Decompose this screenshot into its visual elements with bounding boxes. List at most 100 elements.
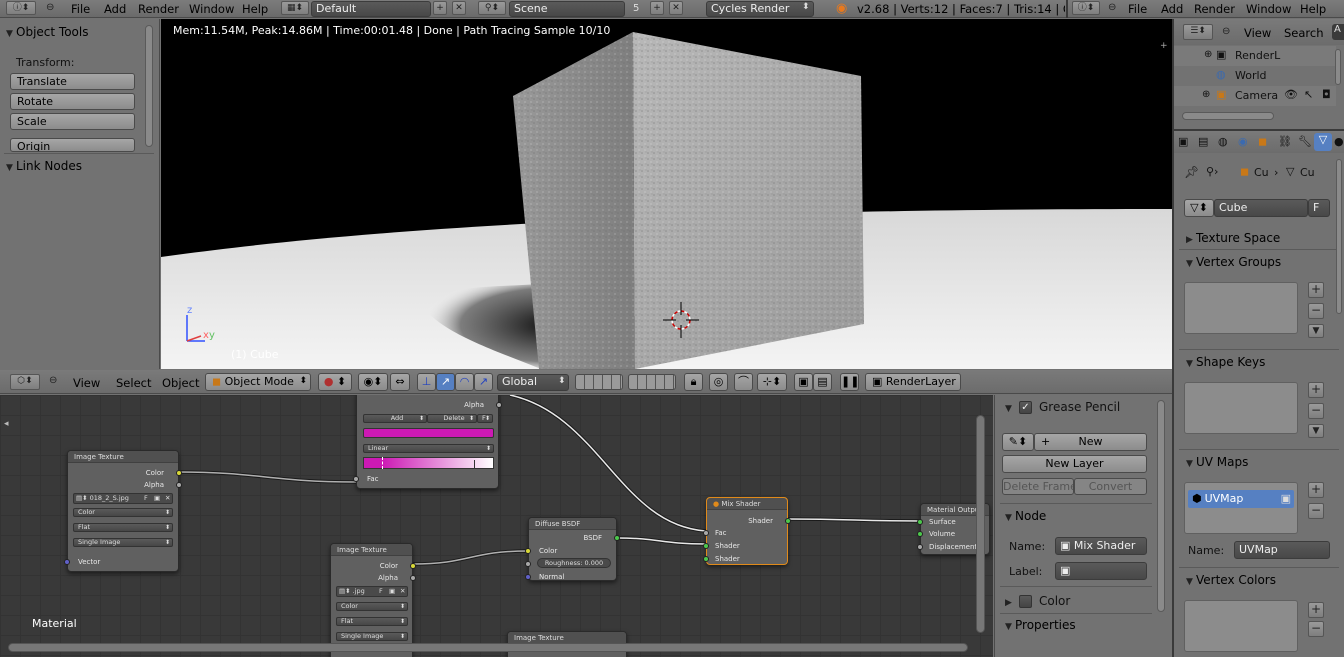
ramp-stop-marker[interactable] xyxy=(382,457,383,469)
uv-map-name-field[interactable]: UVMap xyxy=(1234,541,1330,559)
mix-shader-node[interactable]: ● Mix Shader Shader Fac Shader Shader xyxy=(703,497,791,565)
roughness-slider[interactable]: Roughness: 0.000 xyxy=(537,558,611,568)
outliner[interactable]: ☰⬍ ⊖ View Search A ⊕ ▣ RenderL ◍ World ⊕… xyxy=(1174,19,1344,129)
vertex-colors-list[interactable] xyxy=(1184,600,1298,652)
lock-layers-icon[interactable]: 🔒︎ xyxy=(684,373,703,391)
mesh-name-field[interactable]: Cube xyxy=(1214,199,1308,217)
collapse-menu-icon[interactable]: ⊖ xyxy=(1222,26,1230,37)
new-layer-button[interactable]: New Layer xyxy=(1002,455,1147,473)
output-shader-socket[interactable] xyxy=(785,518,791,524)
open-image-icon[interactable]: ▣ xyxy=(389,587,395,596)
ramp-stop-marker[interactable] xyxy=(474,460,475,469)
scale-button[interactable]: Scale xyxy=(10,113,135,130)
grease-pencil-checkbox[interactable]: ✓ xyxy=(1019,401,1032,414)
remove-vertex-color-icon[interactable]: − xyxy=(1308,621,1324,637)
menu-render-right[interactable]: Render xyxy=(1194,2,1235,16)
scene-tab-icon[interactable]: ◍ xyxy=(1218,135,1228,148)
collapse-menu-icon[interactable]: ⊖ xyxy=(49,375,57,386)
menu-file-right[interactable]: File xyxy=(1128,2,1147,16)
render-engine-select[interactable]: Cycles Render xyxy=(706,1,814,17)
outliner-item-renderlayers[interactable]: RenderL xyxy=(1235,49,1280,62)
expand-icon[interactable]: ⊕ xyxy=(1202,89,1210,100)
menu-add-right[interactable]: Add xyxy=(1161,2,1183,16)
vertex-group-specials-icon[interactable]: ▼ xyxy=(1308,324,1324,338)
grease-pencil-browse[interactable]: ✎⬍ xyxy=(1002,433,1034,451)
pause-render-icon[interactable]: ❚❚ xyxy=(840,373,859,391)
collapse-menu-icon-right[interactable]: ⊖ xyxy=(1108,2,1116,13)
render-animation-icon[interactable]: ▤ xyxy=(813,373,832,391)
diffuse-bsdf-node[interactable]: Diffuse BSDF BSDF Color Roughness: 0.000… xyxy=(525,517,620,581)
mesh-data-tab-icon[interactable]: ▽ xyxy=(1314,133,1332,151)
object-tab-icon[interactable]: ◼ xyxy=(1258,135,1267,148)
menu-add[interactable]: Add xyxy=(104,2,126,16)
delete-stop-button[interactable]: Delete xyxy=(427,414,477,423)
vertex-groups-panel-header[interactable]: ▼ Vertex Groups xyxy=(1186,255,1281,271)
color-space-select[interactable]: Color xyxy=(73,508,173,517)
menu-object[interactable]: Object xyxy=(162,376,199,390)
menu-window[interactable]: Window xyxy=(189,2,234,16)
color-checkbox[interactable] xyxy=(1019,595,1032,608)
unlink-image-icon[interactable]: ✕ xyxy=(165,494,170,503)
uv-map-item[interactable]: ⬢ UVMap ▣ xyxy=(1188,490,1294,508)
manipulator-scale-icon[interactable]: ↗ xyxy=(474,373,493,391)
mesh-fake-user-toggle[interactable]: F xyxy=(1308,199,1330,217)
constraints-tab-icon[interactable]: ⛓︎ xyxy=(1278,135,1292,148)
output-alpha-socket[interactable] xyxy=(410,575,416,581)
viewport-3d[interactable]: Mem:11.54M, Peak:14.86M | Time:00:01.48 … xyxy=(161,19,1172,369)
input-volume-socket[interactable] xyxy=(917,531,923,537)
tool-shelf-scrollbar[interactable] xyxy=(145,25,153,147)
image-selector[interactable]: ▤⬍ 018_2_S.jpg F ▣ ✕ xyxy=(73,493,173,504)
scene-icon[interactable]: ⚲⬍ xyxy=(478,1,506,15)
pin-icon[interactable]: 📌︎ xyxy=(1184,165,1199,179)
source-select[interactable]: Single Image xyxy=(336,632,408,641)
render-layer-select[interactable]: ▣ RenderLayer xyxy=(865,373,961,391)
outliner-vscrollbar[interactable] xyxy=(1335,49,1341,85)
output-bsdf-socket[interactable] xyxy=(614,535,620,541)
outliner-item-world[interactable]: World xyxy=(1235,69,1267,82)
layer-buttons-2[interactable] xyxy=(628,374,676,390)
node-editor[interactable]: Image Texture Color Alpha ▤⬍ 018_2_S.jpg … xyxy=(0,395,993,657)
active-stop-color[interactable] xyxy=(363,428,494,438)
input-vector-socket[interactable] xyxy=(64,559,70,565)
uv-map-active-render-icon[interactable]: ▣ xyxy=(1281,490,1291,508)
properties-scrollbar[interactable] xyxy=(1336,159,1342,314)
interpolation-select[interactable]: Linear xyxy=(363,444,494,453)
menu-help[interactable]: Help xyxy=(242,2,268,16)
node-panel-header[interactable]: ▼ Node xyxy=(1005,509,1046,525)
mesh-browse-button[interactable]: ▽⬍ xyxy=(1184,199,1214,217)
image-texture-node-2[interactable]: Image Texture Color Alpha ▤⬍ .jpg F ▣ ✕ C… xyxy=(330,543,416,657)
object-tools-panel-header[interactable]: ▼ Object Tools xyxy=(6,25,88,41)
outliner-menu-search[interactable]: Search xyxy=(1284,26,1324,40)
selectability-cursor-icon[interactable]: ↖ xyxy=(1304,88,1313,101)
outliner-editor-type-icon[interactable]: ☰⬍ xyxy=(1183,24,1213,40)
unlink-image-icon[interactable]: ✕ xyxy=(400,587,405,596)
vertex-colors-panel-header[interactable]: ▼ Vertex Colors xyxy=(1186,573,1276,589)
convert-button[interactable]: Convert xyxy=(1074,478,1147,495)
image-browse-icon[interactable]: ▤⬍ xyxy=(74,494,90,502)
node-name-field[interactable]: ▣ Mix Shader xyxy=(1055,537,1147,555)
info-editor-icon[interactable]: ⓘ⬍ xyxy=(6,1,36,15)
material-tab-icon[interactable]: ● xyxy=(1334,135,1344,148)
vertex-groups-list[interactable] xyxy=(1184,282,1298,334)
mode-select[interactable]: ◼ Object Mode ⬍ xyxy=(205,373,311,391)
output-color-socket[interactable] xyxy=(410,563,416,569)
viewport-corner-plus-icon[interactable]: + xyxy=(1160,41,1168,51)
origin-button[interactable]: Origin xyxy=(10,138,135,152)
input-displacement-socket[interactable] xyxy=(917,544,923,550)
delete-frame-button[interactable]: Delete Frame xyxy=(1002,478,1074,495)
add-uv-map-icon[interactable]: + xyxy=(1308,482,1324,498)
remove-uv-map-icon[interactable]: − xyxy=(1308,503,1324,519)
render-tab-icon[interactable]: ▣ xyxy=(1178,135,1188,148)
fake-user-toggle[interactable]: F xyxy=(144,494,148,503)
sidebar-toggle-icon[interactable]: ◂ xyxy=(4,419,9,429)
projection-select[interactable]: Flat xyxy=(336,617,408,626)
shape-key-specials-icon[interactable]: ▼ xyxy=(1308,424,1324,438)
input-roughness-socket[interactable] xyxy=(525,561,531,567)
open-image-icon[interactable]: ▣ xyxy=(154,494,160,503)
image-texture-node-1[interactable]: Image Texture Color Alpha ▤⬍ 018_2_S.jpg … xyxy=(64,450,182,572)
input-fac-socket[interactable] xyxy=(703,530,709,536)
node-label-field[interactable]: ▣ xyxy=(1055,562,1147,580)
input-shader1-socket[interactable] xyxy=(703,543,709,549)
add-vertex-group-icon[interactable]: + xyxy=(1308,282,1324,298)
menu-view[interactable]: View xyxy=(73,376,100,390)
